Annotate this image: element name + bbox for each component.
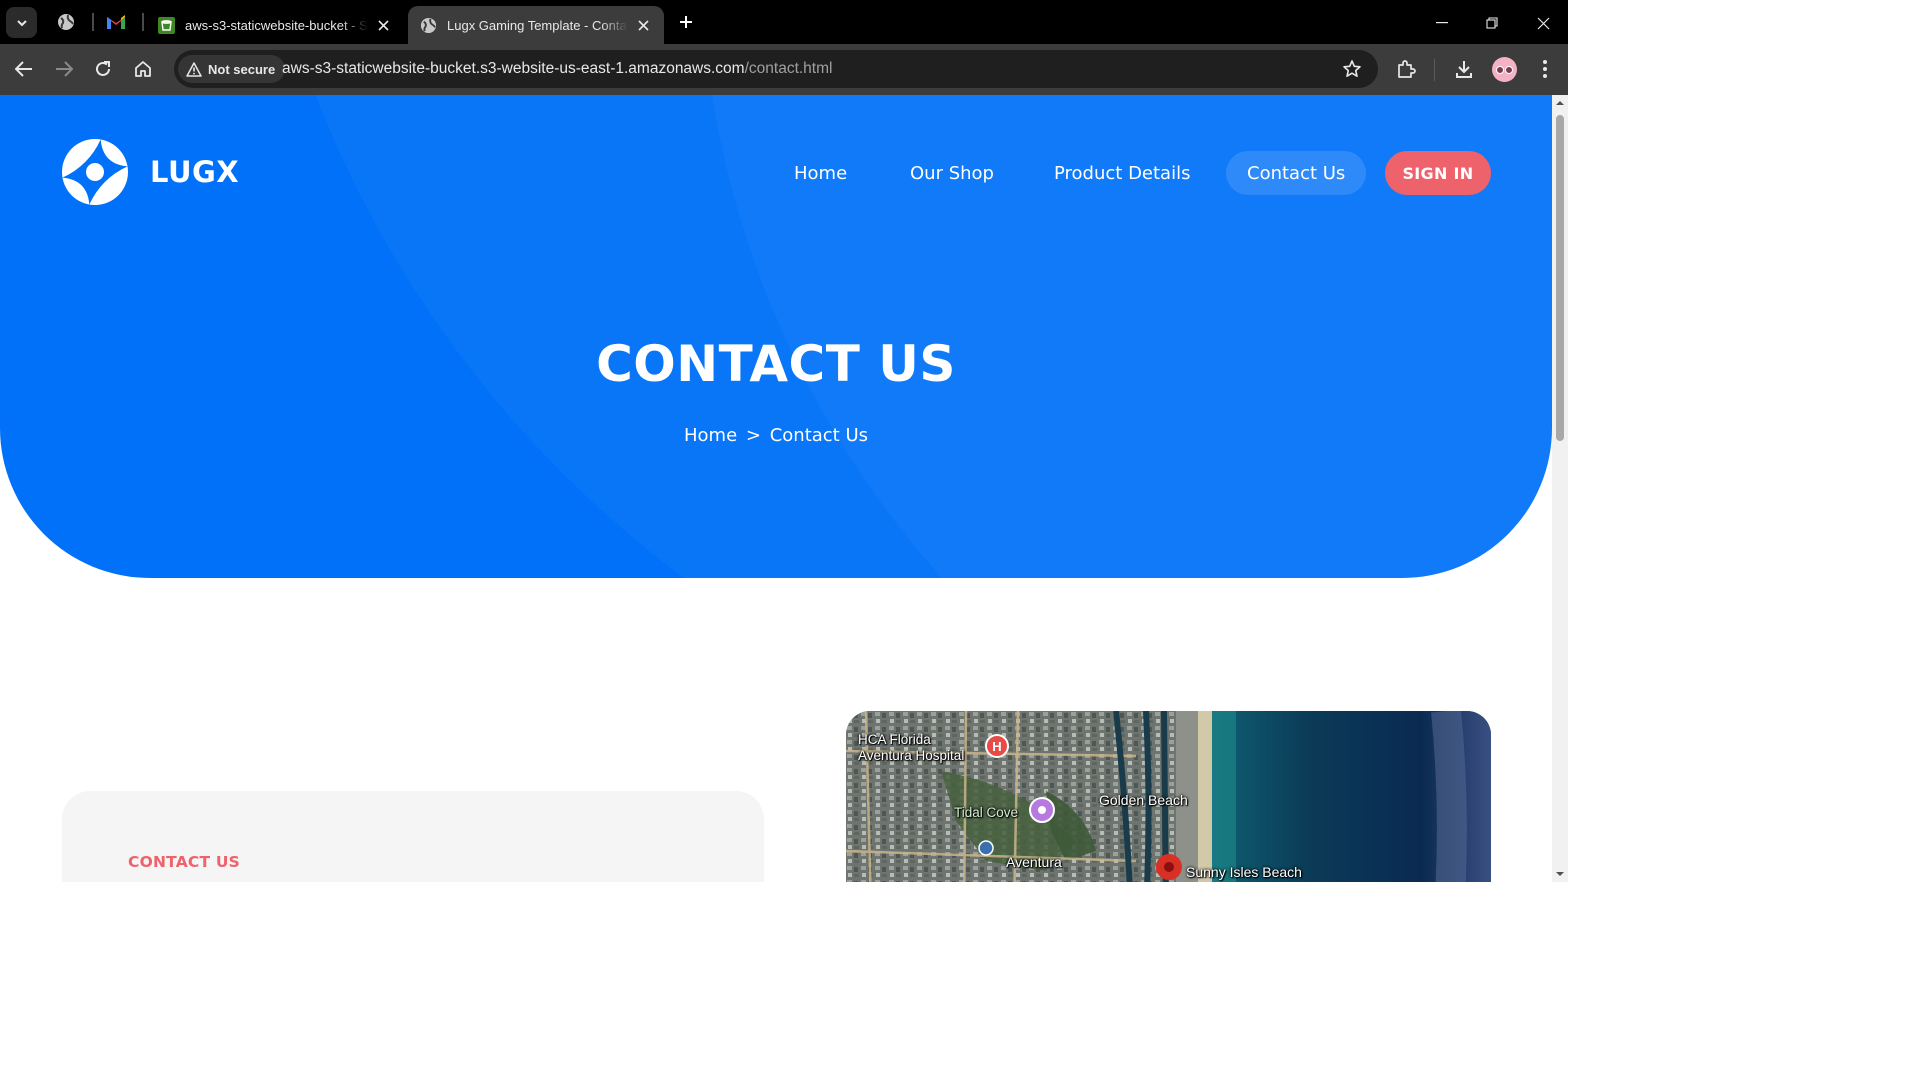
nav-link-contact-active[interactable]: Contact Us: [1226, 151, 1367, 195]
url-text[interactable]: aws-s3-staticwebsite-bucket.s3-website-u…: [282, 60, 832, 78]
close-tab-icon[interactable]: [374, 16, 392, 34]
url-path: /contact.html: [744, 60, 833, 77]
lugx-logo-icon: [62, 139, 128, 205]
page-title: CONTACT US: [596, 335, 956, 393]
profile-avatar[interactable]: [1492, 57, 1517, 82]
reload-button[interactable]: [91, 57, 115, 81]
arrow-left-icon: [15, 61, 32, 77]
close-window-button[interactable]: [1532, 12, 1554, 34]
globe-icon: [420, 17, 437, 34]
url-host: aws-s3-staticwebsite-bucket.s3-website-u…: [282, 60, 745, 77]
tab-lugx-contact[interactable]: Lugx Gaming Template - Contact Page: [408, 6, 664, 44]
tab-separator: [142, 13, 144, 31]
security-label: Not secure: [208, 61, 276, 77]
nav-link-home[interactable]: Home: [794, 151, 847, 195]
pinned-tab-gmail[interactable]: [106, 12, 126, 32]
page-heading-banner: LUGX Home Our Shop Product Details Conta…: [0, 95, 1552, 578]
chevron-down-icon: [16, 19, 27, 26]
warning-icon: [186, 61, 202, 77]
download-icon: [1456, 61, 1472, 78]
gmail-icon: [107, 15, 125, 29]
toolbar-divider: [1434, 59, 1435, 81]
map-label-sunny-isles: Sunny Isles Beach: [1186, 864, 1302, 880]
bookmark-star-button[interactable]: [1342, 59, 1362, 79]
browser-menu-button[interactable]: [1533, 57, 1557, 81]
close-tab-icon[interactable]: [634, 16, 652, 34]
address-bar[interactable]: Not secure aws-s3-staticwebsite-bucket.s…: [174, 50, 1378, 88]
puzzle-icon: [1398, 60, 1416, 78]
map-label-hospital: HCA Florida Aventura Hospital: [858, 732, 965, 763]
home-button[interactable]: [131, 57, 155, 81]
tab-s3-bucket[interactable]: aws-s3-staticwebsite-bucket - S3 bucket: [146, 6, 404, 44]
back-button[interactable]: [12, 57, 36, 81]
arrow-right-icon: [56, 61, 73, 77]
nav-item-home: Home: [794, 151, 847, 195]
tab-search-button[interactable]: [6, 7, 37, 38]
restore-icon: [1486, 17, 1498, 29]
minimize-button[interactable]: [1431, 12, 1453, 34]
browser-tab-strip: aws-s3-staticwebsite-bucket - S3 bucket …: [0, 0, 1568, 44]
tab-title: Lugx Gaming Template - Contact Page: [447, 17, 628, 33]
nav-link-shop[interactable]: Our Shop: [910, 151, 994, 195]
minimize-icon: [1436, 22, 1448, 24]
downloads-button[interactable]: [1452, 57, 1476, 81]
reload-icon: [96, 61, 110, 76]
new-tab-button[interactable]: [674, 10, 698, 34]
scroll-up-arrow-icon: [1556, 101, 1564, 105]
nav-item-product-details: Product Details: [1054, 151, 1190, 195]
scroll-down-arrow-icon: [1556, 872, 1564, 876]
nav-item-contact: Contact Us: [1226, 151, 1367, 195]
pinned-tab-globe[interactable]: [56, 12, 76, 32]
tab-title: aws-s3-staticwebsite-bucket - S3 bucket: [185, 17, 368, 33]
breadcrumb: Home > Contact Us: [0, 425, 1552, 446]
transit-marker-icon: [978, 840, 994, 856]
browser-toolbar: Not secure aws-s3-staticwebsite-bucket.s…: [0, 44, 1568, 95]
globe-icon: [58, 14, 74, 30]
map-label-golden-beach: Golden Beach: [1099, 792, 1188, 808]
scrollbar-thumb[interactable]: [1556, 115, 1564, 441]
restore-button[interactable]: [1481, 12, 1503, 34]
logo-text: LUGX: [150, 155, 240, 189]
breadcrumb-separator: >: [745, 425, 761, 446]
breadcrumb-home-link[interactable]: Home: [684, 425, 737, 446]
nav-link-product-details[interactable]: Product Details: [1054, 151, 1190, 195]
map-label-aventura: Aventura: [1006, 854, 1062, 870]
contact-info-card: CONTACT US: [62, 791, 764, 882]
page-viewport: LUGX Home Our Shop Product Details Conta…: [0, 95, 1552, 882]
more-vertical-icon: [1543, 60, 1547, 78]
page-scrollbar[interactable]: [1552, 95, 1568, 882]
plus-icon: [680, 16, 692, 28]
tab-separator: [92, 13, 94, 31]
sign-in-button[interactable]: SIGN IN: [1385, 151, 1491, 195]
close-icon: [1537, 17, 1549, 29]
google-map-embed[interactable]: H HCA Florida Aventura Hospital Golden B…: [846, 711, 1491, 882]
site-logo[interactable]: LUGX: [62, 139, 239, 205]
s3-favicon-icon: [158, 16, 175, 34]
section-label: CONTACT US: [128, 853, 240, 871]
extensions-button[interactable]: [1394, 57, 1418, 81]
forward-button[interactable]: [52, 57, 76, 81]
map-label-tidal-cove: Tidal Cove: [954, 805, 1019, 820]
site-info-button[interactable]: Not secure: [178, 55, 286, 83]
home-icon: [135, 61, 151, 77]
breadcrumb-current: Contact Us: [769, 425, 869, 446]
star-icon: [1343, 60, 1361, 77]
nav-item-shop: Our Shop: [910, 151, 994, 195]
